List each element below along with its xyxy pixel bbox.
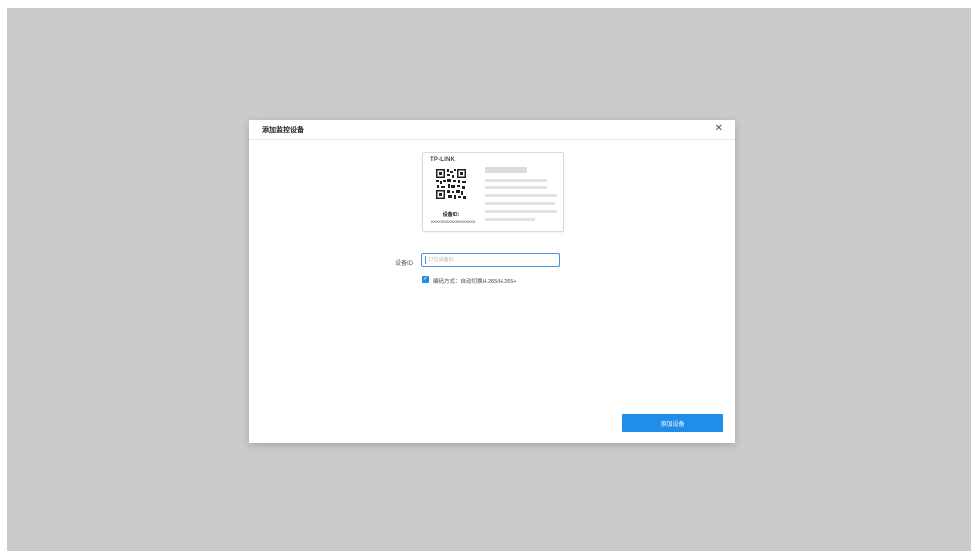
placeholder-line: [485, 186, 547, 189]
add-device-button[interactable]: 添加设备: [622, 414, 723, 432]
device-id-input[interactable]: [421, 253, 560, 267]
dialog-header: 添加监控设备 ✕: [249, 120, 735, 140]
add-device-dialog: 添加监控设备 ✕ TP-LINK 设备ID: XXXXXXXXXXXXXXXXX…: [249, 120, 735, 443]
dialog-title: 添加监控设备: [262, 127, 304, 134]
placeholder-bar: [485, 167, 527, 173]
placeholder-line: [485, 210, 557, 213]
device-id-caption: 设备ID:: [442, 212, 460, 218]
device-id-value: XXXXXXXXXXXXXXXXXX: [430, 219, 476, 224]
placeholder-line: [485, 179, 547, 182]
close-icon[interactable]: ✕: [715, 123, 723, 135]
device-id-label: 设备ID: [395, 261, 414, 267]
placeholder-line: [485, 202, 555, 205]
qr-code-icon: [435, 168, 467, 200]
encoding-checkbox[interactable]: ✓: [422, 276, 429, 283]
placeholder-line: [485, 194, 557, 197]
encoding-checkbox-label[interactable]: 编码方式：自动切换H.265/H.265+: [433, 277, 517, 285]
brand-logo: TP-LINK: [430, 157, 456, 163]
device-label-illustration: TP-LINK 设备ID: XXXXXXXXXXXXXXXXXX: [422, 152, 564, 232]
text-cursor: [425, 256, 426, 264]
placeholder-line: [485, 218, 535, 221]
